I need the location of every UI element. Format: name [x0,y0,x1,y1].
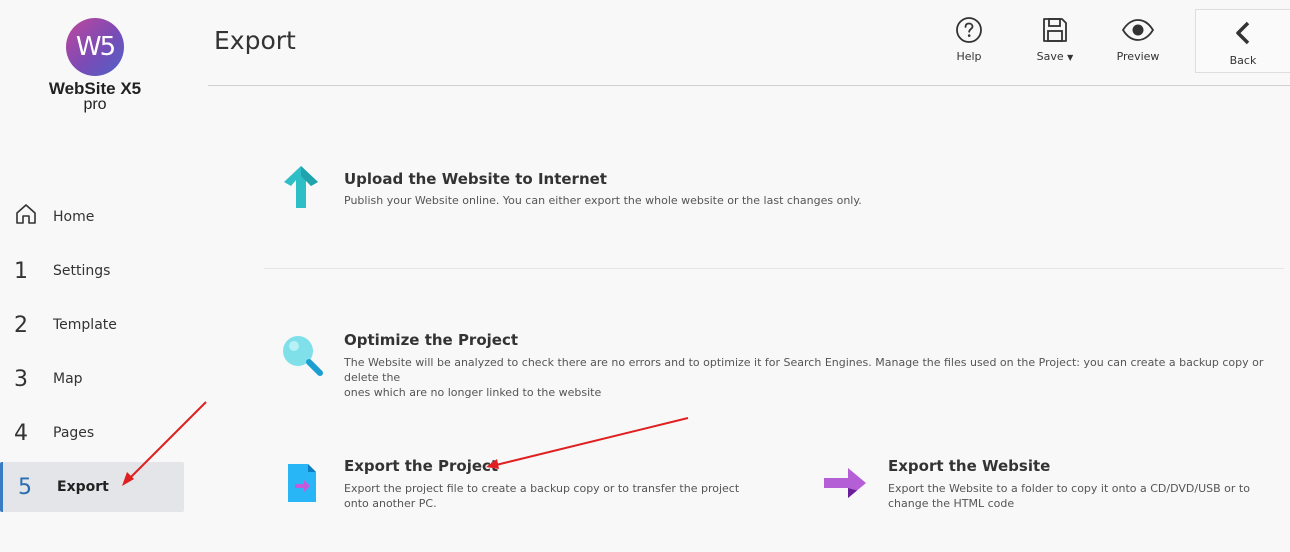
upload-website-option[interactable]: Upload the Website to Internet Publish y… [344,170,1244,208]
export-website-title: Export the Website [888,457,1051,475]
sidebar-item-label: Map [53,371,83,387]
logo-mark: W5 [66,18,124,76]
export-project-option[interactable]: Export the Project Export the project fi… [344,457,764,511]
optimize-project-option[interactable]: Optimize the Project The Website will be… [344,331,1284,400]
logo-edition: pro [83,96,107,113]
sidebar: Home 1 Settings 2 Template 3 Map 4 Pages… [0,192,186,516]
sidebar-item-template[interactable]: 2 Template [0,300,186,350]
help-icon [956,17,982,43]
sidebar-item-home[interactable]: Home [0,192,186,242]
sidebar-item-map[interactable]: 3 Map [0,354,186,404]
home-icon [14,202,40,232]
save-button[interactable]: Save ▼ [1020,16,1090,63]
step-number: 3 [14,366,28,392]
optimize-title: Optimize the Project [344,331,519,349]
save-label: Save [1036,50,1064,63]
help-button[interactable]: Help [934,16,1004,63]
upload-arrow-icon [282,164,320,214]
help-label: Help [956,50,982,63]
save-icon [1043,18,1067,42]
step-number: 4 [14,420,28,446]
sidebar-item-label: Home [53,209,95,225]
optimize-desc: The Website will be analyzed to check th… [344,356,1264,399]
sidebar-item-label: Settings [53,263,111,279]
upload-desc: Publish your Website online. You can eit… [344,194,862,207]
step-number: 1 [14,258,28,284]
upload-title: Upload the Website to Internet [344,170,607,188]
page-title: Export [214,26,296,55]
eye-icon [1121,19,1155,41]
step-number: 5 [18,474,32,500]
section-divider [264,268,1284,269]
header-divider [208,85,1290,86]
sidebar-item-pages[interactable]: 4 Pages [0,408,186,458]
file-export-icon [286,462,318,508]
step-number: 2 [14,312,28,338]
export-website-option[interactable]: Export the Website Export the Website to… [888,457,1288,511]
export-project-desc: Export the project file to create a back… [344,482,740,510]
sidebar-item-label: Export [57,479,109,495]
back-button[interactable]: Back [1195,9,1290,73]
back-label: Back [1229,54,1257,67]
export-arrow-icon [822,464,868,506]
dropdown-caret-icon: ▼ [1067,53,1074,62]
sidebar-item-export[interactable]: 5 Export [0,462,184,512]
export-website-desc: Export the Website to a folder to copy i… [888,482,1250,510]
export-project-title: Export the Project [344,457,499,475]
chevron-left-icon [1236,21,1250,45]
sidebar-item-label: Template [53,317,117,333]
sidebar-item-settings[interactable]: 1 Settings [0,246,186,296]
sidebar-item-label: Pages [53,425,95,441]
magnifier-icon [281,334,325,382]
app-logo: W5 WebSite X5 pro [40,18,150,113]
preview-label: Preview [1116,50,1160,63]
preview-button[interactable]: Preview [1103,16,1173,63]
